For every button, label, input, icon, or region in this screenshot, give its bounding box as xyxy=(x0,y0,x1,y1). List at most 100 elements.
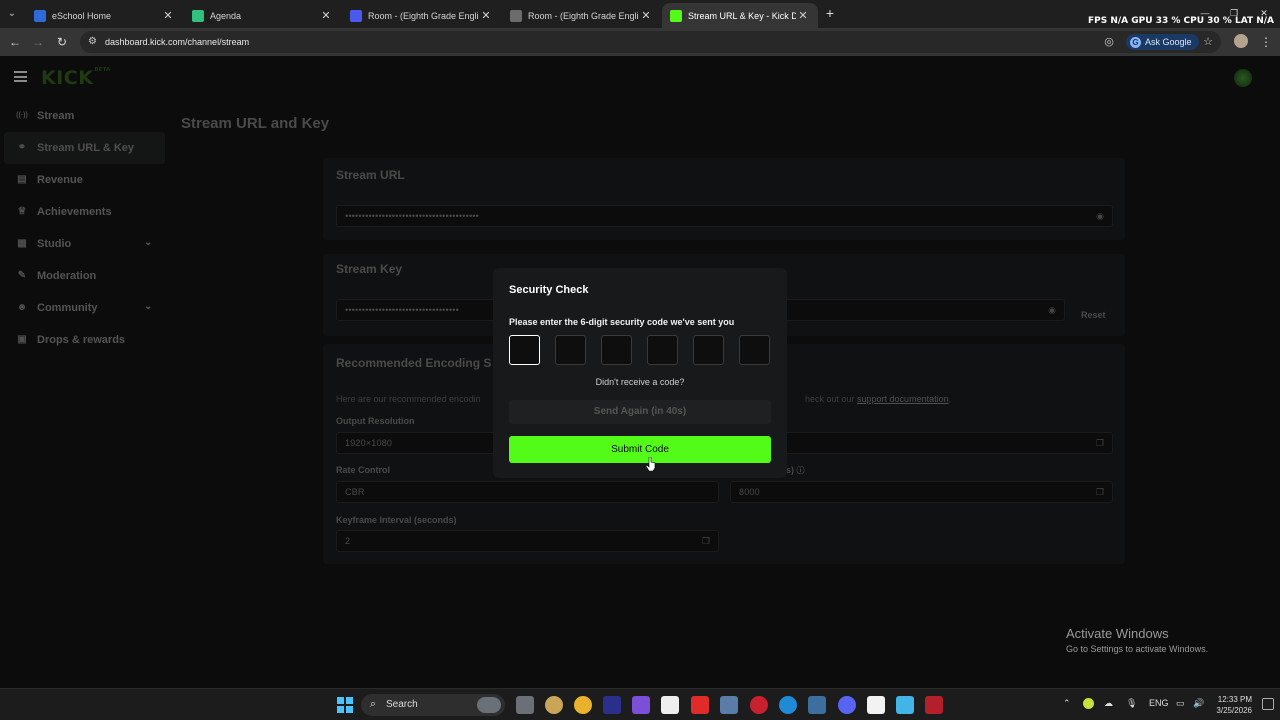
copy-icon[interactable]: ❐ xyxy=(702,536,710,547)
room-favicon-icon xyxy=(510,9,522,22)
dashboard-topbar: KICKBETA xyxy=(0,56,1280,100)
code-digit-input[interactable] xyxy=(693,335,724,365)
tab-close-icon[interactable]: ✕ xyxy=(319,9,333,22)
code-digit-input[interactable] xyxy=(509,335,540,365)
app-icon[interactable] xyxy=(632,696,650,714)
site-info-icon[interactable]: ⚙ xyxy=(88,36,100,48)
eye-icon[interactable]: ◉ xyxy=(1048,305,1056,316)
app-icon[interactable] xyxy=(896,696,914,714)
copy-icon[interactable]: ❐ xyxy=(1096,487,1104,498)
sidebar-item-stream[interactable]: ((·)) Stream xyxy=(0,100,165,132)
app-icon[interactable] xyxy=(545,696,563,714)
browser-tab[interactable]: Room - (Eighth Grade English A ✕ xyxy=(342,3,501,28)
forward-arrow-icon[interactable]: → xyxy=(30,34,46,50)
url-text[interactable]: dashboard.kick.com/channel/stream xyxy=(105,37,249,47)
browser-tab[interactable]: eSchool Home ✕ xyxy=(26,3,183,28)
tray-app-icon[interactable]: ☁ xyxy=(1104,698,1113,709)
obs-icon[interactable] xyxy=(925,696,943,714)
sidebar-item-moderation[interactable]: ✎ Moderation xyxy=(0,260,165,292)
profile-avatar[interactable] xyxy=(1234,34,1248,48)
broadcast-icon: ((·)) xyxy=(16,112,28,119)
more-menu-icon[interactable]: ⋮ xyxy=(1260,34,1272,50)
hamburger-menu-icon[interactable] xyxy=(14,71,27,82)
activate-subtitle: Go to Settings to activate Windows. xyxy=(1066,644,1209,654)
browser-tab-active[interactable]: Stream URL & Key - Kick Dashb ✕ xyxy=(662,3,818,28)
eschool-favicon-icon xyxy=(34,9,46,22)
tray-overflow-icon[interactable]: ⌃ xyxy=(1063,698,1071,709)
youtube-icon[interactable] xyxy=(691,696,709,714)
ask-google-button[interactable]: G Ask Google xyxy=(1126,34,1199,50)
tray-app-icon[interactable] xyxy=(1083,698,1094,709)
bitrate-field[interactable]: 8000 ❐ xyxy=(730,481,1113,503)
code-digit-input[interactable] xyxy=(647,335,678,365)
new-tab-plus-icon[interactable]: + xyxy=(822,5,838,21)
tab-search-chevron-icon[interactable]: ⌄ xyxy=(4,6,20,22)
bitrate-value: 8000 xyxy=(739,487,760,497)
kick-logo[interactable]: KICKBETA xyxy=(41,67,111,89)
tab-close-icon[interactable]: ✕ xyxy=(161,9,175,22)
bookmark-star-icon[interactable]: ☆ xyxy=(1201,35,1215,49)
user-avatar[interactable] xyxy=(1234,69,1252,87)
chevron-down-icon[interactable]: ⌄ xyxy=(144,238,154,248)
code-digit-input[interactable] xyxy=(555,335,586,365)
sidebar-item-studio[interactable]: ▦ Studio ⌄ xyxy=(0,228,165,260)
app-icon[interactable] xyxy=(808,696,826,714)
tab-close-icon[interactable]: ✕ xyxy=(796,9,810,22)
clock[interactable]: 12:33 PM 3/25/2026 xyxy=(1210,694,1252,716)
reload-icon[interactable]: ↻ xyxy=(54,34,70,50)
after-effects-icon[interactable] xyxy=(603,696,621,714)
kick-favicon-icon xyxy=(670,9,682,22)
trophy-icon: ♕ xyxy=(17,206,27,217)
reset-key-button[interactable]: Reset xyxy=(1081,310,1106,320)
activate-windows-watermark: Activate Windows Go to Settings to activ… xyxy=(1066,626,1208,654)
rate-control-field[interactable]: CBR xyxy=(336,481,719,503)
capcut-icon[interactable] xyxy=(661,696,679,714)
address-bar[interactable]: ⚙ dashboard.kick.com/channel/stream ◎ G … xyxy=(80,31,1221,53)
calculator-icon[interactable] xyxy=(720,696,738,714)
sidebar-item-stream-url-key[interactable]: ⚭ Stream URL & Key xyxy=(4,132,165,164)
pinterest-icon[interactable] xyxy=(750,696,768,714)
submit-code-button[interactable]: Submit Code xyxy=(509,436,771,463)
sidebar-item-drops-rewards[interactable]: ▣ Drops & rewards xyxy=(0,324,165,356)
keyframe-field[interactable]: 2 ❐ xyxy=(336,530,719,552)
stream-url-field[interactable]: ••••••••••••••••••••••••••••••••••••••••… xyxy=(336,205,1113,227)
volume-icon[interactable]: 🔊 xyxy=(1193,698,1204,709)
sidebar-item-community[interactable]: ☻ Community ⌄ xyxy=(0,292,165,324)
notepad-icon[interactable] xyxy=(867,696,885,714)
tab-title: Room - (Eighth Grade English A xyxy=(368,10,479,21)
notification-icon[interactable] xyxy=(1262,698,1274,710)
sidebar-item-revenue[interactable]: ▤ Revenue xyxy=(0,164,165,196)
tab-close-icon[interactable]: ✕ xyxy=(479,9,493,22)
sidebar-item-achievements[interactable]: ♕ Achievements xyxy=(0,196,165,228)
chevron-down-icon[interactable]: ⌄ xyxy=(144,302,154,312)
microphone-icon[interactable]: 🎙 xyxy=(1126,698,1137,709)
modal-title: Security Check xyxy=(509,284,589,296)
copy-icon[interactable]: ❐ xyxy=(1096,438,1104,449)
stream-url-value: •••••••••••••••••••••••••••••••••••••••• xyxy=(345,211,480,221)
discord-icon[interactable] xyxy=(838,696,856,714)
encoding-title: Recommended Encoding S xyxy=(336,356,492,370)
activate-title: Activate Windows xyxy=(1066,626,1169,641)
code-digit-input[interactable] xyxy=(601,335,632,365)
tracking-eye-icon[interactable]: ◎ xyxy=(1102,35,1116,49)
stream-url-panel: Stream URL •••••••••••••••••••••••••••••… xyxy=(323,158,1125,240)
tab-close-icon[interactable]: ✕ xyxy=(639,9,653,22)
resolution-aux-field[interactable]: ❐ xyxy=(730,432,1113,454)
language-indicator[interactable]: ENG xyxy=(1149,698,1169,708)
file-explorer-icon[interactable] xyxy=(516,696,534,714)
taskbar-search[interactable]: ⌕ Search xyxy=(361,694,505,716)
edge-icon[interactable] xyxy=(779,696,797,714)
network-icon[interactable]: ▭ xyxy=(1176,698,1185,709)
browser-tab[interactable]: Room - (Eighth Grade English A ✕ xyxy=(502,3,661,28)
tab-title: Agenda xyxy=(210,10,242,21)
code-digit-input[interactable] xyxy=(739,335,770,365)
support-documentation-link[interactable]: support documentation xyxy=(857,394,949,404)
browser-tab[interactable]: Agenda ✕ xyxy=(184,3,341,28)
send-again-button[interactable]: Send Again (in 40s) xyxy=(509,400,771,424)
chrome-icon[interactable] xyxy=(574,696,592,714)
modal-prompt: Please enter the 6-digit security code w… xyxy=(509,317,735,327)
windows-start-icon[interactable] xyxy=(337,697,353,713)
studio-icon: ▦ xyxy=(17,238,27,249)
eye-icon[interactable]: ◉ xyxy=(1096,211,1104,222)
back-arrow-icon[interactable]: ← xyxy=(7,34,23,50)
